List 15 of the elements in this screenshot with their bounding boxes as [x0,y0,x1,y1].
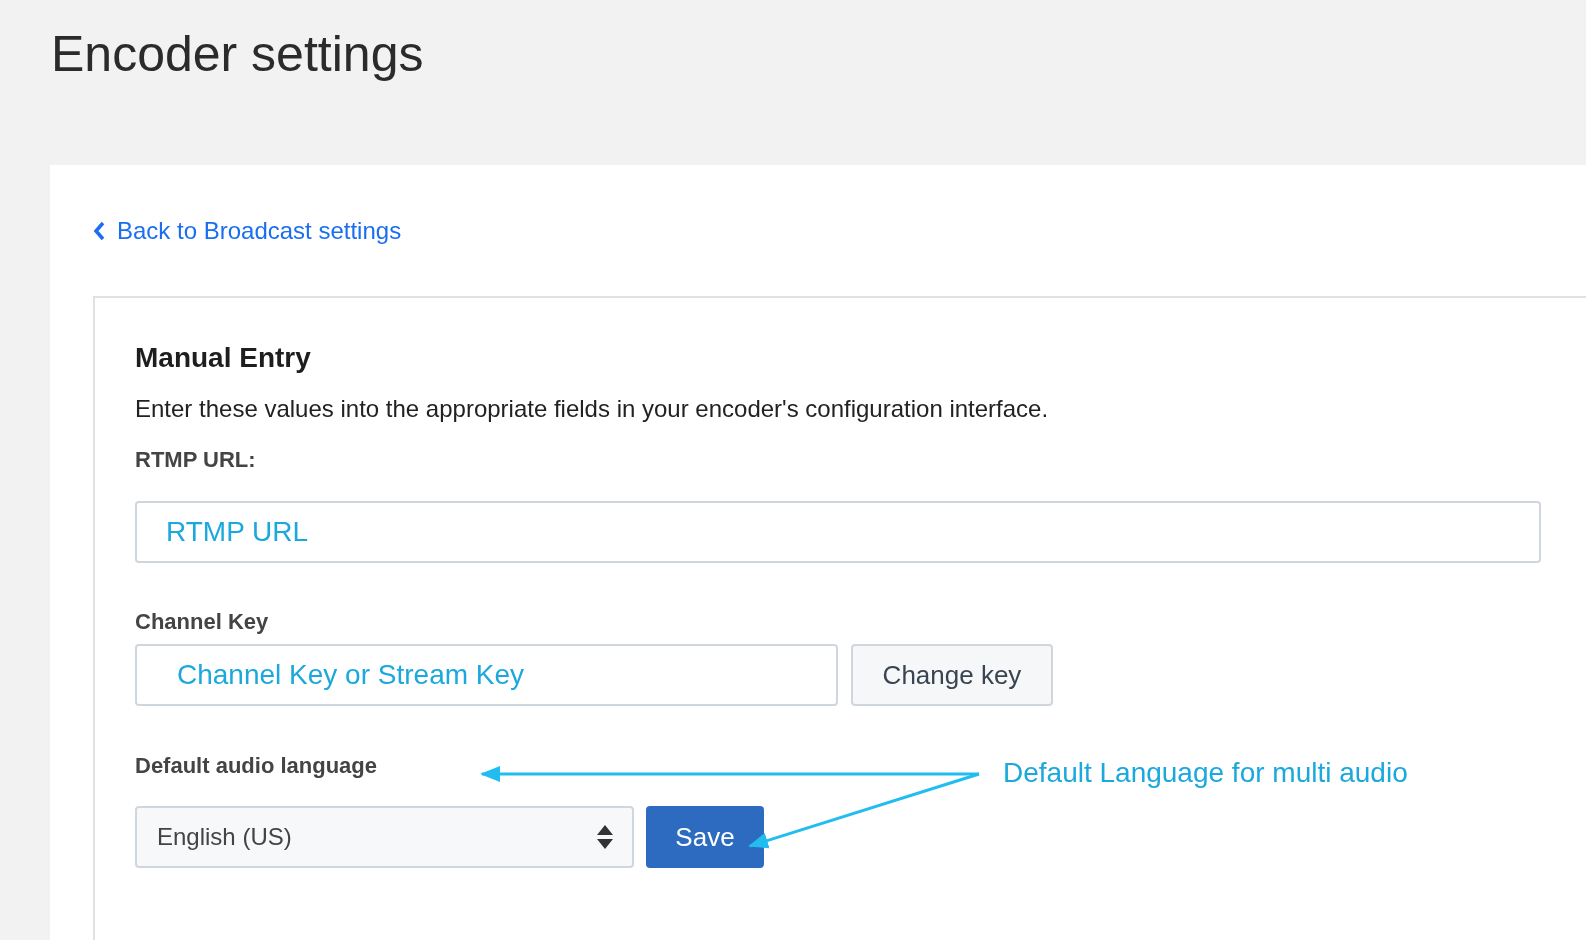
field-label: Default audio language [135,752,378,780]
language-select[interactable]: English (US) [135,806,634,868]
change-key-button[interactable]: Change key [851,644,1053,706]
rtmp-url-field[interactable]: RTMP URL [135,501,1541,563]
page-title: Encoder settings [51,25,424,84]
chevron-left-icon [93,221,105,241]
annotation-label: Default Language for multi audio [1003,756,1408,790]
sort-arrows-icon [596,824,614,850]
section-description: Enter these values into the appropriate fields in your encoder's configuration interface. [135,394,1049,424]
save-button[interactable]: Save [646,806,764,868]
back-link[interactable]: Back to Broadcast settings [93,215,402,247]
channel-key-field[interactable]: Channel Key or Stream Key [135,644,838,706]
field-label: Channel Key [135,608,269,636]
field-label: RTMP URL: [135,446,256,474]
section-heading: Manual Entry [135,341,311,375]
